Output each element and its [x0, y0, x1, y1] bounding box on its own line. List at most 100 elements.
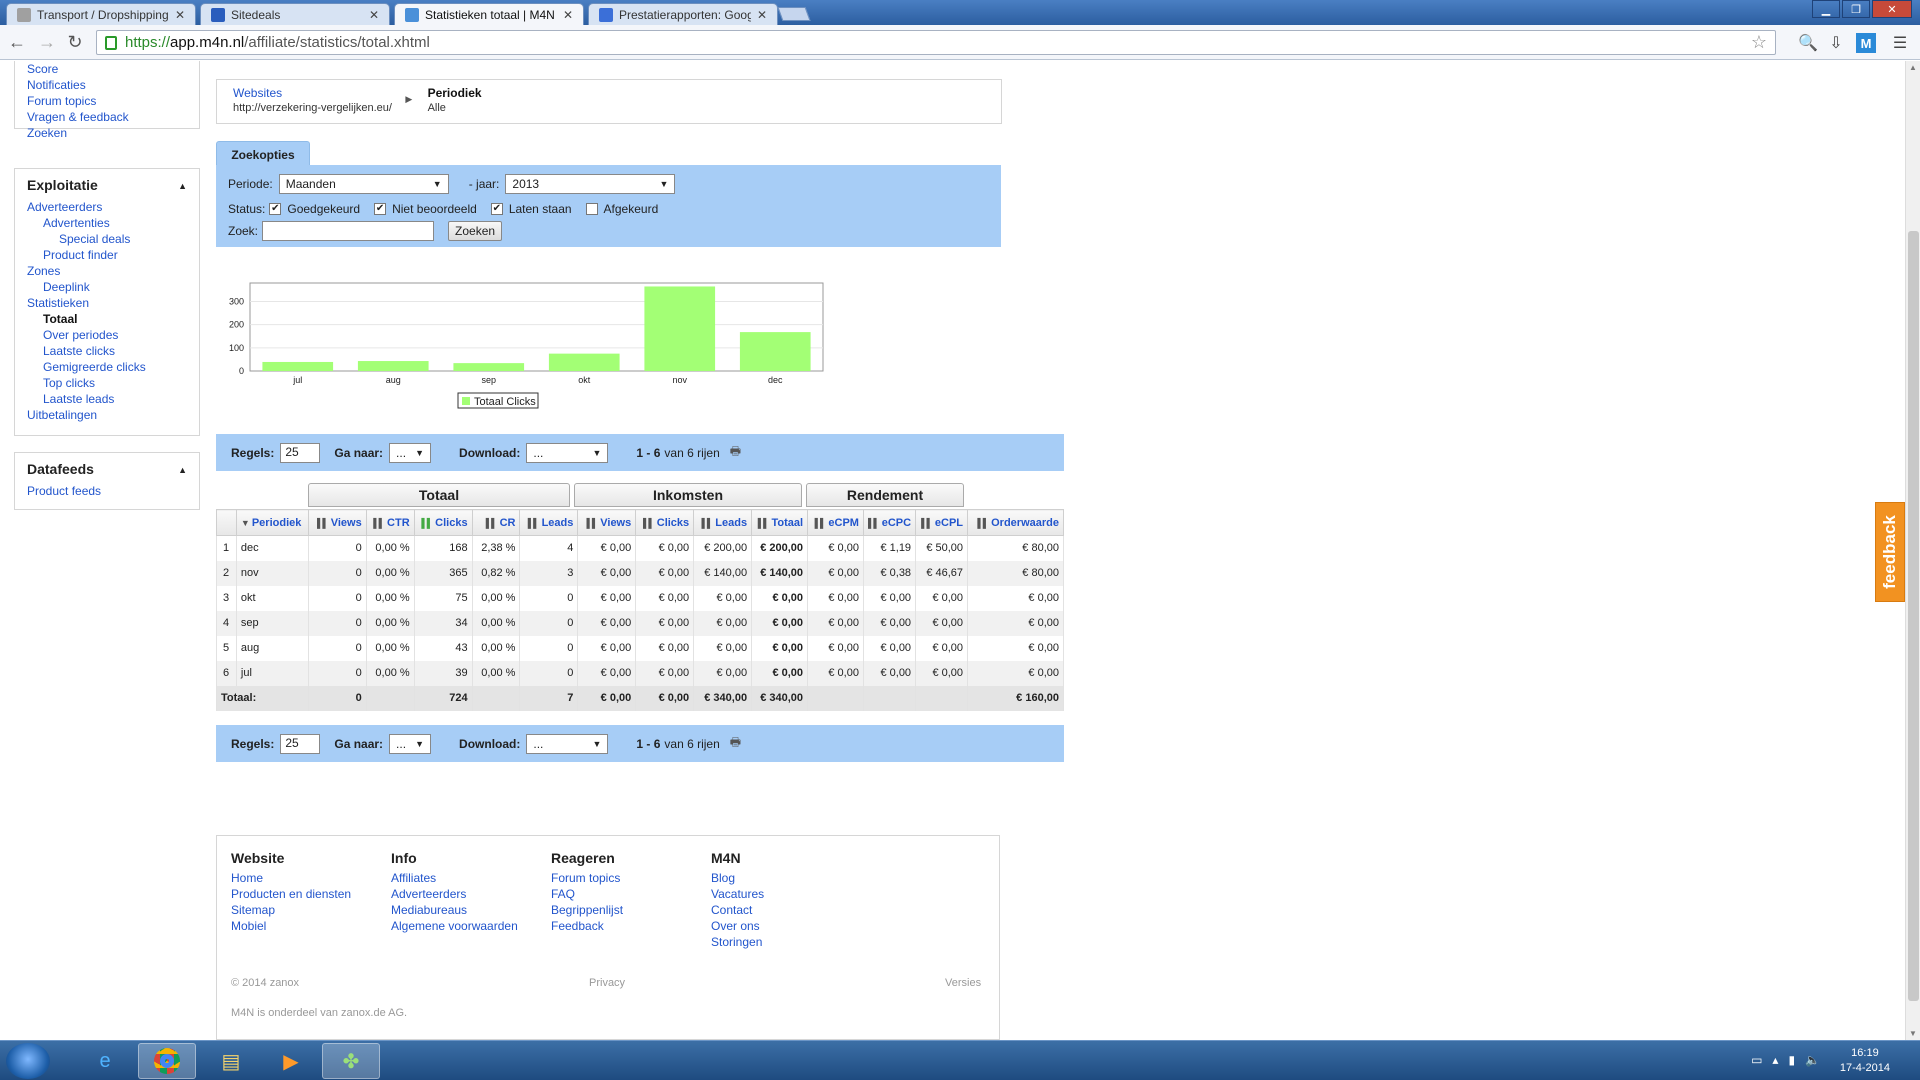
internet-explorer-icon[interactable]: e: [76, 1043, 134, 1079]
m-extension-icon[interactable]: M: [1856, 33, 1876, 53]
search-input[interactable]: [262, 221, 435, 241]
ganaar-select[interactable]: ... ▼: [389, 733, 432, 754]
footer-link[interactable]: FAQ: [551, 886, 623, 902]
tab-zoekopties[interactable]: Zoekopties: [216, 141, 310, 167]
sidebar-item-deeplink[interactable]: Deeplink: [27, 279, 187, 295]
extension-search-icon[interactable]: 🔍: [1798, 33, 1818, 53]
jaar-select[interactable]: 2013 ▼: [505, 174, 676, 194]
close-window-icon[interactable]: ✕: [1872, 0, 1912, 18]
sidebar-item-vragen-feedback[interactable]: Vragen & feedback: [27, 109, 187, 125]
footer-link[interactable]: Vacatures: [711, 886, 764, 902]
footer-versies-link[interactable]: Versies: [945, 977, 981, 989]
footer-link[interactable]: Home: [231, 870, 351, 886]
checkbox-niet-beoordeeld[interactable]: ✔: [374, 203, 387, 215]
network-app-icon[interactable]: ✤: [322, 1043, 380, 1079]
sidebar-item-statistieken[interactable]: Statistieken: [27, 295, 187, 311]
sidebar-item-zoeken[interactable]: Zoeken: [27, 125, 187, 141]
footer-link[interactable]: Adverteerders: [391, 886, 518, 902]
close-tab-icon[interactable]: ✕: [369, 8, 379, 22]
sidebar-item-top-clicks[interactable]: Top clicks: [27, 375, 187, 391]
header-views[interactable]: ▌▌ Views: [307, 509, 367, 536]
close-tab-icon[interactable]: ✕: [563, 8, 573, 22]
header-inkomsten-leads[interactable]: ▌▌ Leads: [693, 509, 753, 536]
header-orderwaarde[interactable]: ▌▌ Orderwaarde: [967, 509, 1064, 536]
footer-privacy-link[interactable]: Privacy: [589, 977, 625, 989]
download-select[interactable]: ... ▼: [526, 733, 609, 754]
restore-icon[interactable]: ❐: [1842, 0, 1870, 18]
footer-link[interactable]: Producten en diensten: [231, 886, 351, 902]
sidebar-item-notificaties[interactable]: Notificaties: [27, 77, 187, 93]
exploitatie-header[interactable]: Exploitatie ▲: [27, 177, 187, 193]
header-leads[interactable]: ▌▌ Leads: [519, 509, 579, 536]
header-ecpl[interactable]: ▌▌ eCPL: [915, 509, 969, 536]
header-ecpc[interactable]: ▌▌ eCPC: [862, 509, 917, 536]
header-inkomsten-clicks[interactable]: ▌▌ Clicks: [635, 509, 695, 536]
table-row[interactable]: 2 nov 0 0,00 % 365 0,82 % 3 € 0,00 € 0,00 € 140,0…: [216, 560, 1064, 586]
sidebar-item-uitbetalingen[interactable]: Uitbetalingen: [27, 407, 187, 423]
checkbox-goedgekeurd[interactable]: ✔: [269, 203, 282, 215]
sidebar-item-special-deals[interactable]: Special deals: [27, 231, 187, 247]
menu-icon[interactable]: ☰: [1890, 33, 1910, 53]
sidebar-item-gemigreerde-clicks[interactable]: Gemigreerde clicks: [27, 359, 187, 375]
sidebar-item-zones[interactable]: Zones: [27, 263, 187, 279]
address-bar[interactable]: https://app.m4n.nl/affiliate/statistics/…: [96, 30, 1776, 55]
sidebar-item-over-periodes[interactable]: Over periodes: [27, 327, 187, 343]
header-periodiek[interactable]: ▼ Periodiek: [235, 509, 309, 536]
header-inkomsten-views[interactable]: ▌▌ Views: [577, 509, 637, 536]
footer-link[interactable]: Sitemap: [231, 902, 351, 918]
table-row[interactable]: 3 okt 0 0,00 % 75 0,00 % 0 € 0,00 € 0,00 € 0,00 € …: [216, 585, 1064, 611]
footer-link[interactable]: Blog: [711, 870, 764, 886]
sidebar-item-forum-topics[interactable]: Forum topics: [27, 93, 187, 109]
sidebar-item-laatste-leads[interactable]: Laatste leads: [27, 391, 187, 407]
footer-link[interactable]: Contact: [711, 902, 764, 918]
print-icon[interactable]: 🖶: [730, 733, 741, 754]
scroll-up-icon[interactable]: ▲: [1909, 63, 1917, 72]
feedback-tab[interactable]: feedback: [1875, 502, 1905, 602]
print-icon[interactable]: 🖶: [730, 442, 741, 463]
scrollbar-thumb[interactable]: [1908, 231, 1919, 1001]
header-ecpm[interactable]: ▌▌ eCPM: [807, 509, 864, 536]
chrome-icon[interactable]: [138, 1043, 196, 1079]
breadcrumb-websites-label[interactable]: Websites: [233, 86, 282, 100]
checkbox-afgekeurd[interactable]: [585, 203, 598, 215]
table-row[interactable]: 4 sep 0 0,00 % 34 0,00 % 0 € 0,00 € 0,00 € 0,00 € …: [216, 610, 1064, 636]
close-tab-icon[interactable]: ✕: [757, 8, 767, 22]
sidebar-item-score[interactable]: Score: [27, 61, 187, 77]
scroll-down-icon[interactable]: ▼: [1909, 1029, 1917, 1038]
regels-input[interactable]: 25: [280, 442, 321, 463]
new-tab-button[interactable]: [777, 7, 811, 21]
ganaar-select[interactable]: ... ▼: [389, 442, 432, 463]
sidebar-item-laatste-clicks[interactable]: Laatste clicks: [27, 343, 187, 359]
footer-link[interactable]: Storingen: [711, 934, 764, 950]
browser-tab-active[interactable]: Statistieken totaal | M4N ✕: [394, 3, 584, 25]
media-player-icon[interactable]: ▶: [262, 1043, 320, 1079]
header-clicks[interactable]: ▌▌ Clicks: [413, 509, 473, 536]
header-inkomsten-totaal[interactable]: ▌▌ Totaal: [751, 509, 809, 536]
header-ctr[interactable]: ▌▌ CTR: [365, 509, 415, 536]
close-tab-icon[interactable]: ✕: [175, 8, 185, 22]
forward-arrow-icon[interactable]: →: [36, 31, 58, 53]
zoeken-button[interactable]: Zoeken: [448, 221, 503, 241]
sidebar-item-product-finder[interactable]: Product finder: [27, 247, 187, 263]
footer-link[interactable]: Forum topics: [551, 870, 623, 886]
sidebar-item-adverteerders[interactable]: Adverteerders: [27, 199, 187, 215]
sidebar-item-totaal[interactable]: Totaal: [27, 311, 187, 327]
sidebar-item-product-feeds[interactable]: Product feeds: [27, 483, 187, 499]
periode-select[interactable]: Maanden ▼: [278, 174, 449, 194]
reload-icon[interactable]: ↻: [64, 31, 86, 53]
footer-link[interactable]: Over ons: [711, 918, 764, 934]
footer-link[interactable]: Algemene voorwaarden: [391, 918, 518, 934]
footer-link[interactable]: Affiliates: [391, 870, 518, 886]
table-row[interactable]: 5 aug 0 0,00 % 43 0,00 % 0 € 0,00 € 0,00 € 0,00 € …: [216, 635, 1064, 661]
file-explorer-icon[interactable]: ▤: [202, 1043, 260, 1079]
browser-tab[interactable]: Transport / Dropshipping ✕: [6, 3, 196, 25]
clock[interactable]: 16:19 17-4-2014: [1840, 1046, 1890, 1076]
collapse-caret-icon[interactable]: ▲: [178, 181, 187, 193]
vertical-scrollbar[interactable]: ▲ ▼: [1905, 61, 1920, 1040]
footer-link[interactable]: Begrippenlijst: [551, 902, 623, 918]
datafeeds-header[interactable]: Datafeeds ▲: [27, 461, 187, 477]
download-select[interactable]: ... ▼: [526, 442, 609, 463]
system-tray[interactable]: ▭ ▴ ▮ 🔈: [1751, 1053, 1820, 1067]
footer-link[interactable]: Feedback: [551, 918, 623, 934]
browser-tab[interactable]: Sitedeals ✕: [200, 3, 390, 25]
